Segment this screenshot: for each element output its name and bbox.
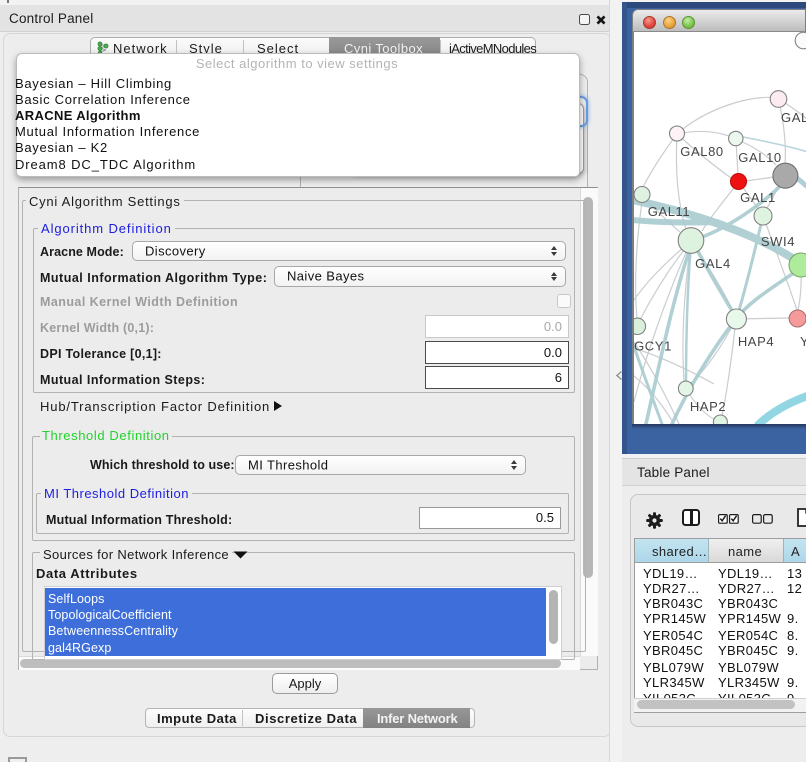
svg-text:GAL1: GAL1 (740, 190, 776, 205)
svg-text:GAL11: GAL11 (648, 204, 691, 219)
svg-text:GAL10: GAL10 (738, 150, 781, 165)
svg-text:GAL4: GAL4 (695, 256, 731, 271)
svg-text:HAP2: HAP2 (690, 399, 726, 414)
svg-text:GAL7: GAL7 (781, 110, 806, 125)
svg-text:YJ: YJ (800, 334, 806, 349)
svg-text:HAP4: HAP4 (738, 334, 774, 349)
svg-text:GAL80: GAL80 (680, 144, 723, 159)
svg-text:GCY1: GCY1 (634, 338, 672, 353)
svg-text:SWI4: SWI4 (761, 234, 795, 249)
